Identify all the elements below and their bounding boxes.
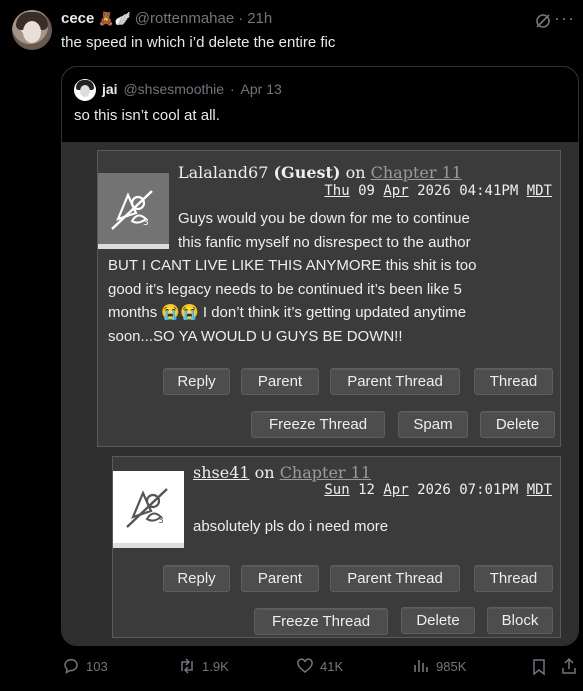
reply-button[interactable]: Reply: [163, 565, 230, 592]
block-button[interactable]: Block: [487, 607, 553, 634]
comment-date: Sun 12 Apr 2026 07:01PM MDT: [324, 482, 552, 498]
date-month: Apr: [383, 183, 409, 199]
date-number: 12: [358, 482, 375, 498]
like-count: 41K: [320, 658, 344, 674]
thread-button[interactable]: Thread: [474, 565, 553, 592]
comment-card: 3 shse41 on Chapter 11 Sun 12 Apr 2026 0…: [112, 456, 561, 638]
meta-separator: ·: [229, 81, 235, 97]
comment-body: absolutely pls do i need more: [193, 518, 389, 535]
comment-username[interactable]: Lalaland67: [178, 163, 268, 182]
action-bar: 103 1.9K 41K 985K: [0, 655, 583, 681]
comment-byline: shse41 on Chapter 11: [193, 463, 371, 482]
reply-button[interactable]: Reply: [163, 368, 230, 395]
quoted-avatar[interactable]: [74, 79, 96, 101]
default-avatar-icon: 3: [113, 471, 184, 548]
comment-line: months 😭😭 I don’t think it’s getting upd…: [108, 304, 467, 321]
date-timezone: MDT: [526, 482, 552, 498]
svg-text:3: 3: [158, 516, 164, 526]
reply-icon: [64, 658, 78, 674]
comment-line: soon...SO YA WOULD U GUYS BE DOWN!!: [108, 327, 403, 345]
views-icon: [414, 660, 428, 672]
like-action[interactable]: 41K: [296, 657, 343, 675]
share-icon[interactable]: [560, 657, 578, 675]
parent-button[interactable]: Parent: [241, 565, 319, 592]
date-rest: 2026 07:01PM: [417, 482, 519, 498]
repost-action[interactable]: 1.9K: [178, 657, 229, 675]
date-rest: 2026 04:41PM: [417, 183, 519, 199]
quoted-tweet[interactable]: jai @shsesmoothie · Apr 13 so this isn’t…: [61, 66, 579, 646]
more-icon[interactable]: ···: [554, 8, 575, 29]
quoted-text: so this isn’t cool at all.: [74, 107, 220, 124]
spam-button[interactable]: Spam: [398, 411, 468, 438]
tweet-header: cece 🧸🪽 @rottenmahae · 21h: [61, 10, 272, 27]
comment-username[interactable]: shse41: [193, 463, 250, 482]
date-day: Sun: [324, 482, 350, 498]
comment-line: BUT I CANT LIVE LIKE THIS ANYMORE this s…: [108, 257, 477, 274]
thread-button[interactable]: Thread: [474, 368, 553, 395]
author-name-emoji: 🧸🪽: [98, 10, 131, 26]
comment-line: this fanfic myself no disrespect to the …: [178, 233, 471, 251]
author-display-name[interactable]: cece: [61, 10, 94, 27]
comment-card: 3 Lalaland67 (Guest) on Chapter 11 Thu 0…: [97, 150, 561, 447]
chapter-link[interactable]: Chapter 11: [280, 463, 371, 482]
quoted-header: jai @shsesmoothie · Apr 13: [102, 81, 282, 97]
on-word: on: [345, 163, 366, 182]
meta-separator: ·: [238, 10, 244, 27]
date-timezone: MDT: [526, 183, 552, 199]
chapter-link[interactable]: Chapter 11: [371, 163, 462, 182]
comment-line: good it’s legacy needs to be continued i…: [108, 280, 462, 298]
delete-button[interactable]: Delete: [480, 411, 555, 438]
date-number: 09: [358, 183, 375, 199]
screenshot-media[interactable]: 3 Lalaland67 (Guest) on Chapter 11 Thu 0…: [62, 142, 578, 645]
repost-count: 1.9K: [202, 658, 229, 674]
parent-button[interactable]: Parent: [241, 368, 319, 395]
freeze-thread-button[interactable]: Freeze Thread: [251, 411, 385, 438]
views-count: 985K: [436, 658, 467, 674]
quoted-display-name[interactable]: jai: [102, 81, 118, 97]
repost-icon: [181, 658, 193, 674]
author-avatar[interactable]: [12, 10, 52, 50]
author-handle[interactable]: @rottenmahae: [135, 10, 234, 27]
parent-thread-button[interactable]: Parent Thread: [330, 565, 460, 592]
date-day: Thu: [324, 183, 350, 199]
comment-byline: Lalaland67 (Guest) on Chapter 11: [178, 163, 462, 182]
tweet-age[interactable]: 21h: [247, 10, 272, 27]
tweet-text: the speed in which i’d delete the entire…: [61, 34, 336, 51]
like-icon: [297, 658, 313, 673]
delete-button[interactable]: Delete: [401, 607, 475, 634]
on-word: on: [254, 463, 275, 482]
reply-action[interactable]: 103: [62, 657, 108, 675]
comment-line: Guys would you be down for me to continu…: [178, 210, 470, 227]
parent-thread-button[interactable]: Parent Thread: [330, 368, 460, 395]
guest-tag: (Guest): [273, 163, 341, 182]
quoted-date[interactable]: Apr 13: [241, 81, 282, 97]
comment-body: Guys would you be down for me to continu…: [108, 207, 560, 348]
quoted-handle[interactable]: @shsesmoothie: [123, 81, 224, 97]
comment-date: Thu 09 Apr 2026 04:41PM MDT: [324, 183, 552, 199]
freeze-thread-button[interactable]: Freeze Thread: [254, 608, 388, 635]
views-action[interactable]: 985K: [412, 657, 466, 675]
grok-icon[interactable]: [534, 12, 552, 30]
reply-count: 103: [86, 658, 108, 674]
bookmark-icon[interactable]: [531, 658, 547, 676]
date-month: Apr: [383, 482, 409, 498]
